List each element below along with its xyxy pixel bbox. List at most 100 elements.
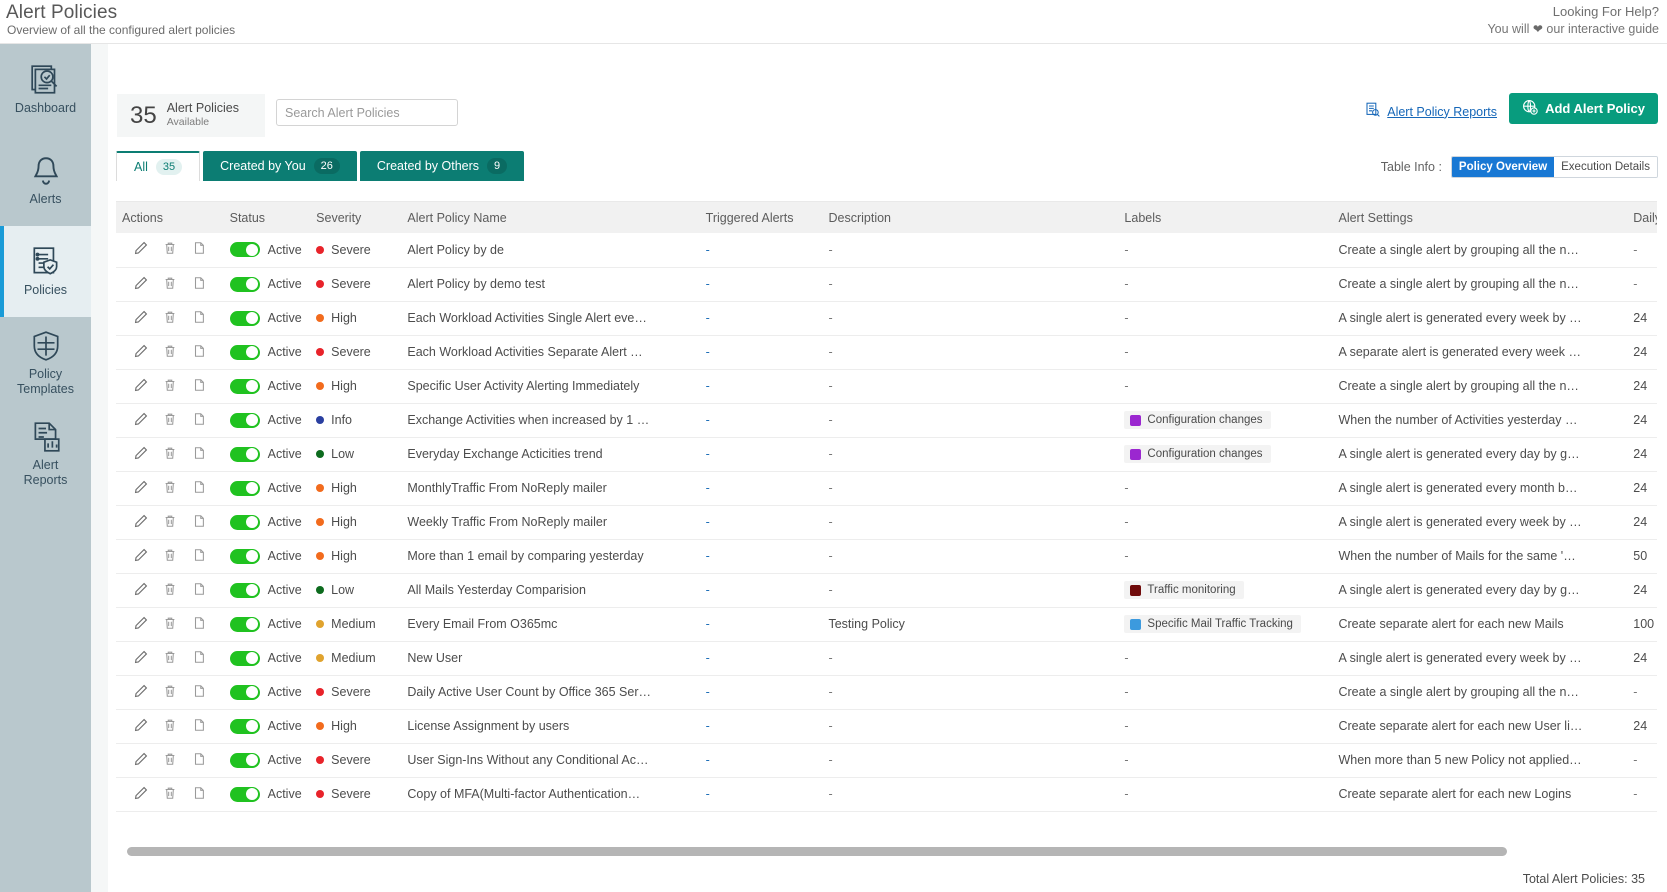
tab-created-by-you[interactable]: Created by You 26 bbox=[203, 151, 357, 181]
copy-icon[interactable] bbox=[192, 276, 206, 293]
delete-icon[interactable] bbox=[163, 582, 177, 599]
delete-icon[interactable] bbox=[163, 480, 177, 497]
table-row[interactable]: ActiveSevereDaily Active User Count by O… bbox=[116, 675, 1657, 709]
edit-icon[interactable] bbox=[134, 344, 148, 361]
copy-icon[interactable] bbox=[192, 718, 206, 735]
scrollbar-thumb[interactable] bbox=[127, 847, 1507, 856]
edit-icon[interactable] bbox=[134, 548, 148, 565]
status-toggle[interactable] bbox=[230, 583, 260, 598]
alert-policy-reports-link[interactable]: Alert Policy Reports bbox=[1365, 102, 1497, 121]
copy-icon[interactable] bbox=[192, 310, 206, 327]
sidebar-item-dashboard[interactable]: Dashboard bbox=[0, 44, 91, 135]
table-row[interactable]: ActiveSevereAlert Policy by de---Create … bbox=[116, 233, 1657, 267]
edit-icon[interactable] bbox=[134, 378, 148, 395]
table-row[interactable]: ActiveHighMonthlyTraffic From NoReply ma… bbox=[116, 471, 1657, 505]
delete-icon[interactable] bbox=[163, 241, 177, 258]
sidebar-item-policy-templates[interactable]: Policy Templates bbox=[0, 317, 91, 408]
delete-icon[interactable] bbox=[163, 276, 177, 293]
status-toggle[interactable] bbox=[230, 311, 260, 326]
sidebar-item-policies[interactable]: Policies bbox=[0, 226, 91, 317]
edit-icon[interactable] bbox=[134, 241, 148, 258]
table-row[interactable]: ActiveHighWeekly Traffic From NoReply ma… bbox=[116, 505, 1657, 539]
help-block[interactable]: Looking For Help? You will ❤ our interac… bbox=[1487, 4, 1659, 36]
edit-icon[interactable] bbox=[134, 752, 148, 769]
seg-policy-overview[interactable]: Policy Overview bbox=[1452, 157, 1554, 177]
edit-icon[interactable] bbox=[134, 616, 148, 633]
copy-icon[interactable] bbox=[192, 616, 206, 633]
table-row[interactable]: ActiveHighEach Workload Activities Singl… bbox=[116, 301, 1657, 335]
status-toggle[interactable] bbox=[230, 685, 260, 700]
tab-created-by-others[interactable]: Created by Others 9 bbox=[360, 151, 524, 181]
edit-icon[interactable] bbox=[134, 582, 148, 599]
search-input[interactable] bbox=[276, 99, 458, 126]
delete-icon[interactable] bbox=[163, 548, 177, 565]
table-row[interactable]: ActiveSevereUser Sign-Ins Without any Co… bbox=[116, 743, 1657, 777]
table-row[interactable]: ActiveHighMore than 1 email by comparing… bbox=[116, 539, 1657, 573]
copy-icon[interactable] bbox=[192, 514, 206, 531]
status-toggle[interactable] bbox=[230, 447, 260, 462]
delete-icon[interactable] bbox=[163, 684, 177, 701]
table-row[interactable]: ActiveSevereEach Workload Activities Sep… bbox=[116, 335, 1657, 369]
copy-icon[interactable] bbox=[192, 548, 206, 565]
table-row[interactable]: ActiveLowAll Mails Yesterday Comparision… bbox=[116, 573, 1657, 607]
delete-icon[interactable] bbox=[163, 650, 177, 667]
status-toggle[interactable] bbox=[230, 651, 260, 666]
edit-icon[interactable] bbox=[134, 412, 148, 429]
delete-icon[interactable] bbox=[163, 616, 177, 633]
sidebar-item-alerts[interactable]: Alerts bbox=[0, 135, 91, 226]
delete-icon[interactable] bbox=[163, 752, 177, 769]
edit-icon[interactable] bbox=[134, 310, 148, 327]
copy-icon[interactable] bbox=[192, 446, 206, 463]
copy-icon[interactable] bbox=[192, 582, 206, 599]
copy-icon[interactable] bbox=[192, 480, 206, 497]
status-toggle[interactable] bbox=[230, 242, 260, 257]
table-row[interactable]: ActiveInfoExchange Activities when incre… bbox=[116, 403, 1657, 437]
copy-icon[interactable] bbox=[192, 412, 206, 429]
edit-icon[interactable] bbox=[134, 276, 148, 293]
delete-icon[interactable] bbox=[163, 786, 177, 803]
add-alert-policy-button[interactable]: Add Alert Policy bbox=[1509, 93, 1658, 124]
status-toggle[interactable] bbox=[230, 345, 260, 360]
tab-all[interactable]: All 35 bbox=[116, 151, 200, 181]
copy-icon[interactable] bbox=[192, 650, 206, 667]
horizontal-scrollbar[interactable] bbox=[116, 847, 1657, 856]
table-row[interactable]: ActiveHighSpecific User Activity Alertin… bbox=[116, 369, 1657, 403]
copy-icon[interactable] bbox=[192, 241, 206, 258]
delete-icon[interactable] bbox=[163, 344, 177, 361]
delete-icon[interactable] bbox=[163, 412, 177, 429]
table-row[interactable]: ActiveSevereCopy of MFA(Multi-factor Aut… bbox=[116, 777, 1657, 811]
copy-icon[interactable] bbox=[192, 786, 206, 803]
status-toggle[interactable] bbox=[230, 719, 260, 734]
delete-icon[interactable] bbox=[163, 446, 177, 463]
status-toggle[interactable] bbox=[230, 515, 260, 530]
edit-icon[interactable] bbox=[134, 718, 148, 735]
delete-icon[interactable] bbox=[163, 310, 177, 327]
edit-icon[interactable] bbox=[134, 514, 148, 531]
status-toggle[interactable] bbox=[230, 549, 260, 564]
edit-icon[interactable] bbox=[134, 650, 148, 667]
status-toggle[interactable] bbox=[230, 753, 260, 768]
copy-icon[interactable] bbox=[192, 684, 206, 701]
copy-icon[interactable] bbox=[192, 378, 206, 395]
edit-icon[interactable] bbox=[134, 786, 148, 803]
delete-icon[interactable] bbox=[163, 718, 177, 735]
table-row[interactable]: ActiveSevereAlert Policy by demo test---… bbox=[116, 267, 1657, 301]
table-row[interactable]: ActiveMediumNew User---A single alert is… bbox=[116, 641, 1657, 675]
table-row[interactable]: ActiveLowEveryday Exchange Acticities tr… bbox=[116, 437, 1657, 471]
status-toggle[interactable] bbox=[230, 379, 260, 394]
table-row[interactable]: ActiveHighLicense Assignment by users---… bbox=[116, 709, 1657, 743]
seg-execution-details[interactable]: Execution Details bbox=[1554, 157, 1657, 177]
status-toggle[interactable] bbox=[230, 413, 260, 428]
delete-icon[interactable] bbox=[163, 378, 177, 395]
sidebar-item-alert-reports[interactable]: Alert Reports bbox=[0, 408, 91, 499]
copy-icon[interactable] bbox=[192, 752, 206, 769]
copy-icon[interactable] bbox=[192, 344, 206, 361]
status-toggle[interactable] bbox=[230, 277, 260, 292]
status-toggle[interactable] bbox=[230, 787, 260, 802]
delete-icon[interactable] bbox=[163, 514, 177, 531]
status-toggle[interactable] bbox=[230, 481, 260, 496]
table-row[interactable]: ActiveMediumEvery Email From O365mc-Test… bbox=[116, 607, 1657, 641]
status-toggle[interactable] bbox=[230, 617, 260, 632]
edit-icon[interactable] bbox=[134, 446, 148, 463]
edit-icon[interactable] bbox=[134, 480, 148, 497]
